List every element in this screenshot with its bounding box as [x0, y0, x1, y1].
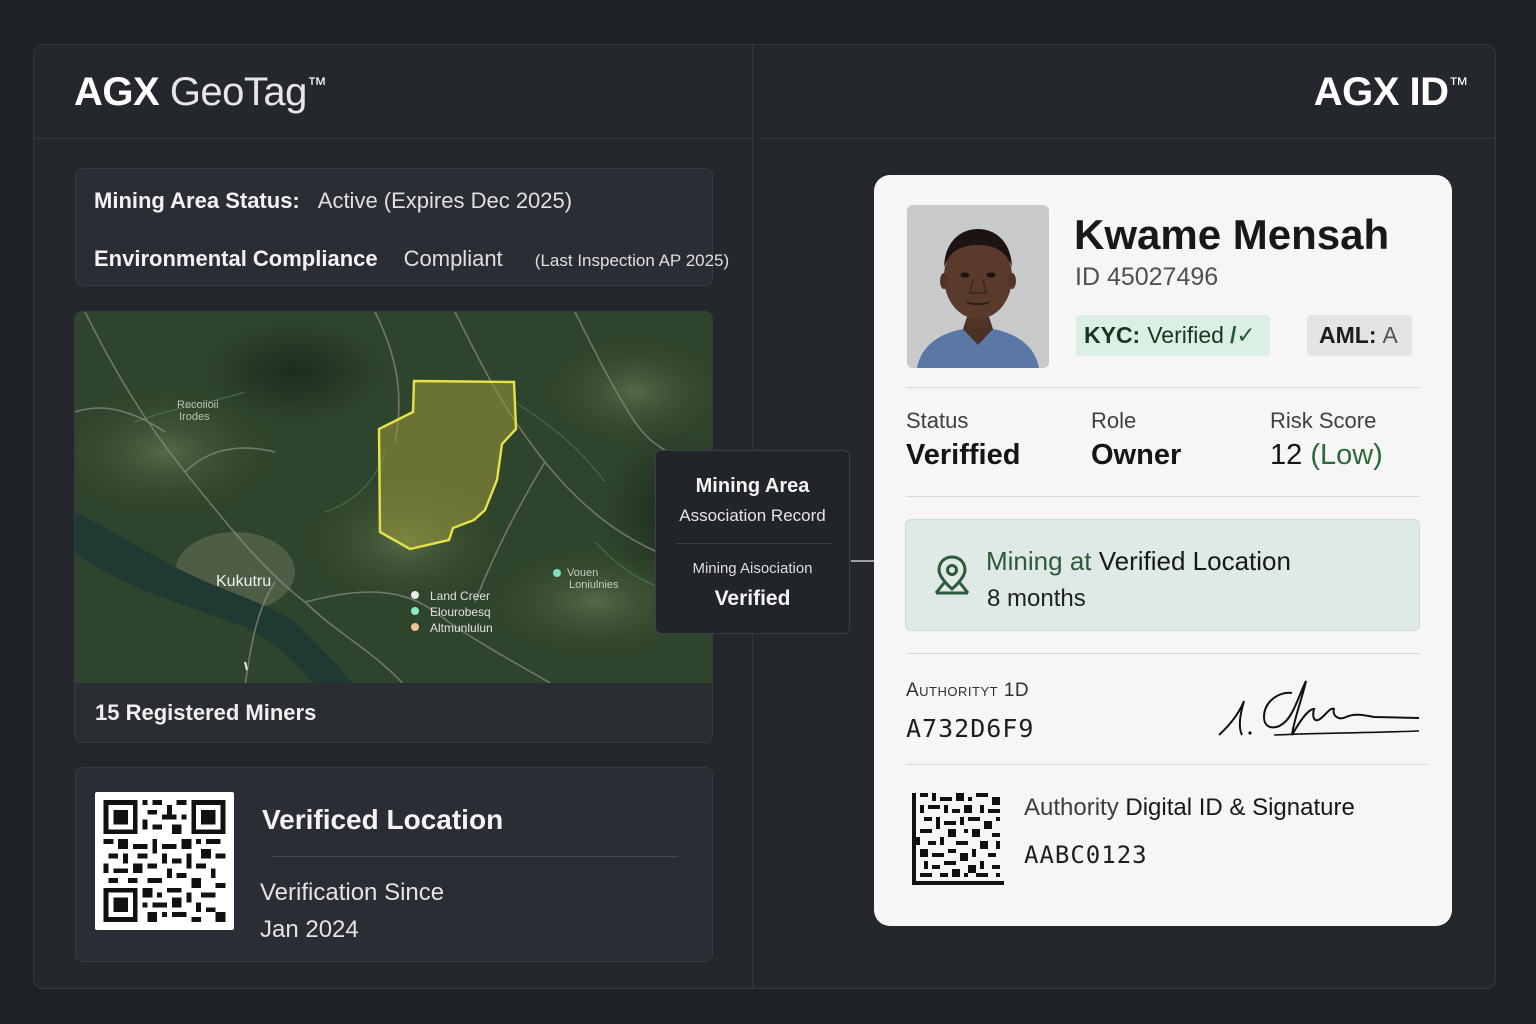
map-legend-3: Altmunlulun [430, 621, 493, 635]
map-legend-1: Land Creer [430, 589, 491, 603]
id-divider-3 [906, 653, 1420, 654]
env-compliance-label: Environmental Compliance [94, 246, 378, 271]
verified-location-card: Verificed Location Verification Since Ja… [75, 767, 713, 962]
brand-light: GeoTag [169, 70, 308, 114]
popup-subtitle: Association Record [679, 506, 826, 525]
trademark-mark: ™ [306, 74, 327, 96]
banner-emphasis: Verified Location [1098, 546, 1291, 576]
map-label-right-2: Loniulnies [569, 579, 619, 591]
location-banner-title: Mining at Verified Location [986, 546, 1291, 577]
popup-divider [676, 543, 831, 544]
popup-assoc-value: Verified [714, 587, 791, 610]
id-divider-2 [906, 496, 1420, 497]
kyc-value: Verified [1147, 322, 1224, 348]
area-status-value: Active (Expires Dec 2025) [317, 188, 573, 213]
id-divider-4 [906, 764, 1428, 765]
digital-id-value: AABC0123 [1024, 841, 1148, 869]
digital-id-label: Authority Digital ID & Signature [1024, 794, 1355, 822]
map-label-top-left-1: Recoiioii [177, 399, 219, 411]
legend-dot-2 [411, 607, 419, 615]
kyc-label: KYC: [1084, 322, 1141, 348]
profile-photo [907, 205, 1049, 368]
registered-miners-footer: 15 Registered Miners [75, 683, 712, 742]
satellite-map[interactable] [75, 312, 713, 686]
location-pin-icon [934, 555, 970, 595]
digital-label-prefix: Authority [1024, 794, 1119, 821]
brand-text: AGX ID [1313, 70, 1449, 114]
header-divider-left [34, 138, 752, 139]
qr-code[interactable] [95, 792, 234, 930]
env-compliance-note: (Last Inspection AP 2025) [534, 251, 730, 270]
area-status-label: Mining Area Status: [94, 188, 300, 213]
verified-location-title: Verificed Location [262, 804, 504, 835]
banner-prefix: Mining at [986, 546, 1092, 576]
right-map-dot [553, 569, 561, 577]
risk-score-qualifier: (Low) [1310, 439, 1383, 471]
stat-risk-value: 12 (Low) [1270, 439, 1383, 472]
aml-label: AML: [1319, 322, 1377, 348]
header-divider-right [760, 138, 1495, 139]
id-divider-1 [906, 387, 1420, 388]
popup-title: Mining Area [695, 475, 810, 497]
verification-since-value: Jan 2024 [260, 916, 359, 943]
mining-area-map[interactable]: Recoiioii Irodes Kukutru Land Creer Elou… [74, 311, 713, 743]
stat-role-label: Role [1091, 408, 1137, 433]
env-compliance-row: Environmental Compliance Compliant (Last … [94, 246, 729, 272]
stat-role-value: Owner [1091, 439, 1182, 471]
brand-bold: AGX [74, 70, 160, 114]
area-status-row: Mining Area Status: Active (Expires Dec 2… [94, 188, 572, 214]
map-label-town: Kukutru [216, 573, 272, 590]
legend-dot-1 [411, 591, 419, 599]
holder-name: Kwame Mensah [1074, 211, 1390, 258]
authority-id-value: A732D6F9 [906, 714, 1035, 743]
location-divider [272, 856, 678, 857]
stat-status-label: Status [906, 408, 969, 433]
identity-card: Kwame Mensah ID 45027496 KYC: Verified/✓ … [874, 175, 1452, 926]
association-record-popup: Mining Area Association Record Mining Ai… [655, 450, 850, 634]
agx-id-brand-title: AGX ID™ [1313, 70, 1469, 115]
geotag-brand-title: AGX GeoTag™ [74, 70, 327, 115]
data-matrix-code-icon[interactable] [912, 792, 1004, 886]
popup-assoc-label: Mining Aisociation [692, 560, 813, 577]
verified-location-banner: Mining at Verified Location 8 months [905, 519, 1420, 631]
mining-status-card: Mining Area Status: Active (Expires Dec 2… [75, 168, 729, 286]
check-icon: /✓ [1229, 322, 1256, 348]
qr-code-icon [103, 800, 226, 922]
stat-risk-label: Risk Score [1270, 408, 1377, 433]
signature-image [1218, 680, 1420, 736]
digital-label-emphasis: Digital ID & Signature [1125, 794, 1355, 821]
aml-value: A [1382, 322, 1398, 348]
trademark-mark: ™ [1448, 74, 1469, 96]
person-portrait-icon [907, 205, 1049, 368]
map-label-top-left-2: Irodes [179, 411, 210, 423]
map-legend-2: Elourobesq [430, 605, 491, 619]
authority-id-label: Authorityt 1D [906, 680, 1030, 701]
kyc-badge: KYC: Verified/✓ [1076, 315, 1270, 356]
location-banner-duration: 8 months [987, 585, 1086, 612]
env-compliance-value: Compliant [403, 246, 503, 271]
risk-score-number: 12 [1270, 439, 1303, 471]
verification-since-label: Verification Since [260, 879, 445, 906]
stat-status-value: Veriffied [906, 439, 1021, 471]
map-label-right-1: Vouen [567, 567, 599, 579]
aml-badge: AML: A [1307, 315, 1412, 356]
holder-id-number: ID 45027496 [1075, 263, 1219, 291]
legend-dot-3 [411, 623, 419, 631]
